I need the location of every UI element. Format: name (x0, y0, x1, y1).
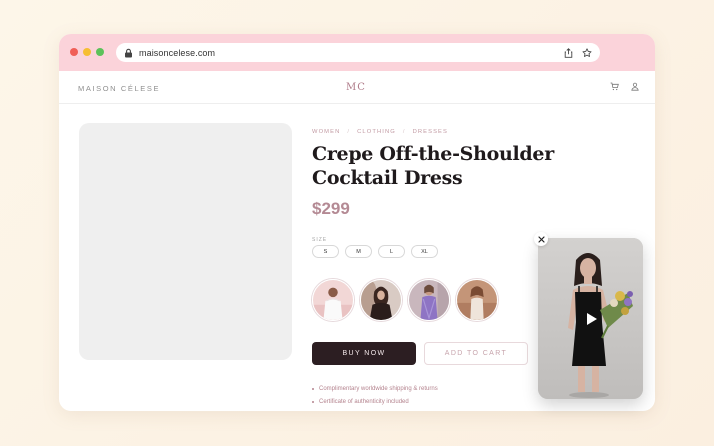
breadcrumb-separator: / (347, 129, 351, 135)
breadcrumb-women[interactable]: WOMEN (312, 129, 340, 135)
brand-monogram[interactable]: MC (346, 82, 366, 93)
add-to-cart-button[interactable]: ADD TO CART (424, 342, 528, 365)
close-window-button[interactable] (70, 48, 78, 56)
breadcrumb-separator: / (402, 129, 406, 135)
browser-chrome: maisoncelese.com (59, 34, 655, 71)
play-icon[interactable] (582, 310, 600, 328)
site-header: MAISON CÉLESE MC (59, 71, 655, 104)
address-bar[interactable]: maisoncelese.com (116, 43, 600, 62)
feature-item-shipping: Complimentary worldwide shipping & retur… (312, 386, 438, 392)
product-features: Complimentary worldwide shipping & retur… (312, 386, 438, 411)
product-price: $299 (312, 199, 350, 218)
thumbnail-cream-outfit[interactable] (456, 279, 498, 321)
thumbnail-white-top[interactable] (312, 279, 354, 321)
product-image-placeholder (79, 123, 292, 360)
product-thumbnails (312, 279, 498, 321)
close-icon[interactable] (534, 232, 548, 246)
size-option-m[interactable]: M (345, 245, 372, 258)
size-label: SIZE (312, 237, 328, 243)
size-option-l[interactable]: L (378, 245, 405, 258)
size-selector: S M L XL (312, 245, 438, 258)
breadcrumb-dresses[interactable]: DRESSES (413, 129, 448, 135)
feature-item-authenticity: Certificate of authenticity included (312, 399, 438, 405)
share-icon[interactable] (564, 47, 573, 58)
user-icon[interactable] (631, 82, 639, 91)
minimize-window-button[interactable] (83, 48, 91, 56)
lock-icon (124, 48, 133, 58)
breadcrumb: WOMEN / CLOTHING / DRESSES (312, 129, 448, 135)
cart-icon[interactable] (610, 82, 619, 91)
thumbnail-lavender-dress[interactable] (408, 279, 450, 321)
size-option-xl[interactable]: XL (411, 245, 438, 258)
breadcrumb-clothing[interactable]: CLOTHING (357, 129, 396, 135)
maximize-window-button[interactable] (96, 48, 104, 56)
buy-now-button[interactable]: BUY NOW (312, 342, 416, 365)
brand-name[interactable]: MAISON CÉLESE (78, 84, 160, 93)
thumbnail-dark-jacket[interactable] (360, 279, 402, 321)
url-text: maisoncelese.com (139, 47, 216, 58)
star-icon[interactable] (582, 47, 592, 58)
product-title: Crepe Off-the-Shoulder Cocktail Dress (312, 143, 554, 189)
size-option-s[interactable]: S (312, 245, 339, 258)
